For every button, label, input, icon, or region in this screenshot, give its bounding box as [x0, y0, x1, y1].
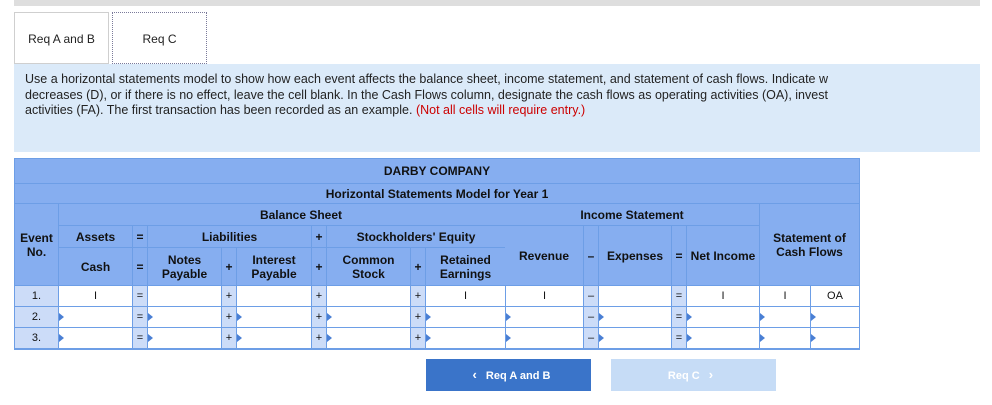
cash-cell[interactable]: I	[59, 286, 132, 306]
plus-op: +	[411, 307, 425, 327]
retained-earnings-cell[interactable]	[426, 307, 505, 327]
common-stock-cell[interactable]	[327, 307, 410, 327]
cash-flow-amount-cell[interactable]	[760, 307, 810, 327]
eq-op-2: =	[133, 248, 147, 285]
plus-op: +	[222, 307, 236, 327]
revenue-cell[interactable]: I	[506, 286, 583, 306]
notes-payable-header: Notes Payable	[148, 248, 221, 285]
instructions-note: (Not all cells will require entry.)	[415, 103, 586, 117]
next-button[interactable]: Req C ›	[611, 359, 776, 391]
plus-op: +	[222, 328, 236, 348]
notes-payable-cell[interactable]	[148, 328, 221, 348]
balance-sheet-header: Balance Sheet	[59, 204, 543, 225]
plus-op: +	[411, 286, 425, 306]
cash-flow-statement-header: Statement of Cash Flows	[760, 204, 859, 285]
net-income-cell[interactable]	[687, 328, 759, 348]
notes-payable-cell[interactable]	[148, 286, 221, 306]
income-statement-header: Income Statement	[505, 204, 759, 225]
eq-op: =	[672, 286, 686, 306]
notes-payable-cell[interactable]	[148, 307, 221, 327]
common-stock-header: Common Stock	[327, 248, 410, 285]
chevron-right-icon: ›	[708, 367, 714, 382]
cash-header: Cash	[59, 248, 132, 285]
plus-op: +	[312, 328, 326, 348]
prev-button-label: Req A and B	[485, 370, 551, 382]
event-number: 1.	[15, 286, 58, 306]
eq-op-3: =	[672, 226, 686, 285]
retained-earnings-header: Retained Earnings	[426, 248, 505, 285]
cash-flow-amount-cell[interactable]	[760, 328, 810, 348]
event-no-header: Event No.	[15, 204, 58, 285]
expenses-cell[interactable]	[599, 328, 671, 348]
plus-op: +	[411, 328, 425, 348]
top-bar	[14, 0, 980, 6]
cash-cell[interactable]	[59, 307, 132, 327]
minus-op: –	[584, 286, 598, 306]
plus-op: +	[222, 286, 236, 306]
cash-flow-class-cell[interactable]	[811, 328, 859, 348]
assets-header: Assets	[59, 226, 132, 247]
instructions-line-3: activities (FA). The first transaction h…	[25, 103, 980, 119]
interest-payable-cell[interactable]	[237, 328, 311, 348]
next-button-label: Req C	[667, 370, 700, 382]
minus-op: –	[584, 328, 598, 348]
expenses-header: Expenses	[599, 226, 671, 285]
plus-op: +	[312, 286, 326, 306]
prev-button[interactable]: ‹ Req A and B	[426, 359, 591, 391]
expenses-cell[interactable]	[599, 307, 671, 327]
eq-op: =	[133, 286, 147, 306]
retained-earnings-cell[interactable]	[426, 328, 505, 348]
eq-op-1: =	[133, 226, 147, 247]
expenses-cell[interactable]	[599, 286, 671, 306]
revenue-header: Revenue	[505, 226, 583, 285]
eq-op: =	[672, 307, 686, 327]
interest-payable-cell[interactable]	[237, 286, 311, 306]
cash-flow-class-cell[interactable]: OA	[811, 286, 859, 306]
revenue-cell[interactable]	[506, 307, 583, 327]
liabilities-header: Liabilities	[148, 226, 311, 247]
stockholders-equity-header: Stockholders' Equity	[327, 226, 505, 247]
tab-req-a-and-b[interactable]: Req A and B	[14, 12, 109, 64]
net-income-cell[interactable]: I	[687, 286, 759, 306]
cash-flow-amount-cell[interactable]: I	[760, 286, 810, 306]
net-income-header: Net Income	[687, 226, 759, 285]
event-number: 3.	[15, 328, 58, 348]
horizontal-statements-table: DARBY COMPANY Horizontal Statements Model…	[14, 158, 860, 350]
common-stock-cell[interactable]	[327, 286, 410, 306]
plus-op-3: +	[312, 248, 326, 285]
net-income-cell[interactable]	[687, 307, 759, 327]
event-number: 2.	[15, 307, 58, 327]
retained-earnings-cell[interactable]: I	[426, 286, 505, 306]
eq-op: =	[672, 328, 686, 348]
table-subtitle: Horizontal Statements Model for Year 1	[15, 184, 859, 203]
plus-op-1: +	[312, 226, 326, 247]
interest-payable-cell[interactable]	[237, 307, 311, 327]
interest-payable-header: Interest Payable	[237, 248, 311, 285]
instructions-panel: Use a horizontal statements model to sho…	[14, 64, 980, 152]
cash-cell[interactable]	[59, 328, 132, 348]
chevron-left-icon: ‹	[472, 367, 477, 382]
plus-op-4: +	[411, 248, 425, 285]
cash-flow-class-cell[interactable]	[811, 307, 859, 327]
eq-op: =	[133, 307, 147, 327]
instructions-line-3-text: activities (FA). The first transaction h…	[25, 103, 413, 117]
revenue-cell[interactable]	[506, 328, 583, 348]
eq-op: =	[133, 328, 147, 348]
tab-req-c[interactable]: Req C	[112, 12, 207, 64]
minus-op-1: –	[584, 226, 598, 285]
common-stock-cell[interactable]	[327, 328, 410, 348]
instructions-line-1: Use a horizontal statements model to sho…	[25, 72, 828, 86]
plus-op: +	[312, 307, 326, 327]
plus-op-2: +	[222, 248, 236, 285]
instructions-line-2: decreases (D), or if there is no effect,…	[25, 87, 828, 102]
minus-op: –	[584, 307, 598, 327]
table-company-title: DARBY COMPANY	[15, 159, 859, 183]
